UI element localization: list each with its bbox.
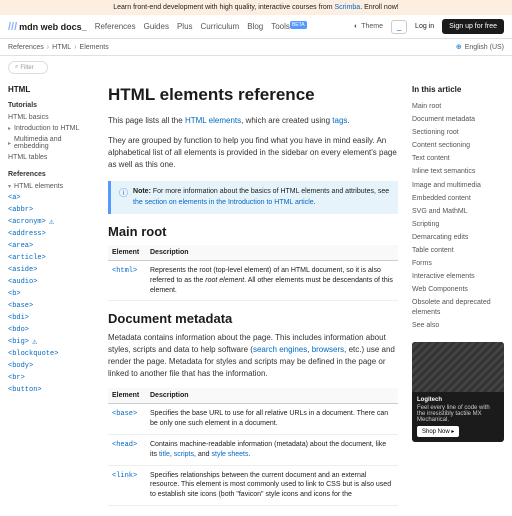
- toc-link[interactable]: Table content: [412, 244, 504, 257]
- toc-link[interactable]: Image and multimedia: [412, 179, 504, 192]
- crumb[interactable]: HTML: [52, 44, 71, 51]
- table-of-contents: In this article Main rootDocument metada…: [412, 79, 504, 516]
- toc-link[interactable]: Scripting: [412, 218, 504, 231]
- toc-link[interactable]: Text content: [412, 152, 504, 165]
- banner-link[interactable]: Scrimba: [335, 4, 361, 11]
- toc-link[interactable]: Document metadata: [412, 113, 504, 126]
- toc-link[interactable]: Interactive elements: [412, 270, 504, 283]
- logo[interactable]: ///mdn web docs_: [8, 21, 87, 33]
- note-callout: ⓘ Note: For more information about the b…: [108, 181, 398, 214]
- login-link[interactable]: Log in: [415, 23, 434, 30]
- sidebar-element[interactable]: <abbr>: [8, 204, 98, 216]
- top-nav: ///mdn web docs_ References Guides Plus …: [0, 15, 512, 39]
- sidebar-element[interactable]: <button>: [8, 384, 98, 396]
- sidebar-element[interactable]: <blockquote>: [8, 348, 98, 360]
- language-picker[interactable]: ⊕English (US): [456, 43, 504, 51]
- filter-input[interactable]: ⌕ Filter: [8, 61, 48, 74]
- sidebar-item[interactable]: HTML basics: [8, 112, 98, 123]
- sidebar-item[interactable]: ▸Multimedia and embedding: [8, 134, 98, 152]
- toc-link[interactable]: Embedded content: [412, 192, 504, 205]
- toc-link[interactable]: See also: [412, 319, 504, 332]
- crumb[interactable]: Elements: [80, 44, 109, 51]
- sidebar-element[interactable]: <aside>: [8, 264, 98, 276]
- nav-curriculum[interactable]: Curriculum: [201, 22, 240, 31]
- ad-cta[interactable]: Shop Now ▸: [417, 426, 459, 437]
- toc-link[interactable]: Content sectioning: [412, 139, 504, 152]
- toc-link[interactable]: Inline text semantics: [412, 165, 504, 178]
- sidebar-element[interactable]: <bdo>: [8, 324, 98, 336]
- section-heading: Main root: [108, 224, 398, 239]
- nav-blog[interactable]: Blog: [247, 22, 263, 31]
- theme-toggle[interactable]: ◐ Theme: [354, 23, 383, 30]
- ad-card[interactable]: Logitech Feel every line of code with th…: [412, 342, 504, 442]
- search-button[interactable]: _: [391, 20, 407, 34]
- nav-guides[interactable]: Guides: [144, 22, 169, 31]
- nav-tools[interactable]: ToolsBETA: [271, 22, 306, 31]
- sidebar-element[interactable]: <base>: [8, 300, 98, 312]
- section-heading: Document metadata: [108, 311, 398, 326]
- nav-references[interactable]: References: [95, 22, 136, 31]
- nav-links: References Guides Plus Curriculum Blog T…: [95, 22, 307, 31]
- toc-link[interactable]: Forms: [412, 257, 504, 270]
- main-content: HTML elements reference This page lists …: [108, 79, 402, 516]
- sidebar: HTML Tutorials HTML basics ▸Introduction…: [8, 79, 98, 516]
- sidebar-element[interactable]: <big> ⚠: [8, 336, 98, 348]
- elements-table: ElementDescription <html>Represents the …: [108, 245, 398, 301]
- promo-banner: Learn front-end development with high qu…: [0, 0, 512, 15]
- page-title: HTML elements reference: [108, 85, 398, 105]
- toc-link[interactable]: Demarcating edits: [412, 231, 504, 244]
- breadcrumb-bar: References› HTML› Elements ⊕English (US): [0, 39, 512, 56]
- sidebar-element[interactable]: <a>: [8, 192, 98, 204]
- toc-link[interactable]: Sectioning root: [412, 126, 504, 139]
- toc-link[interactable]: Obsolete and deprecated elements: [412, 296, 504, 318]
- sidebar-element[interactable]: <address>: [8, 228, 98, 240]
- sidebar-item[interactable]: ▾HTML elements: [8, 181, 98, 192]
- toc-link[interactable]: SVG and MathML: [412, 205, 504, 218]
- toc-link[interactable]: Web Components: [412, 283, 504, 296]
- elements-table: ElementDescription <base>Specifies the b…: [108, 388, 398, 506]
- sidebar-element[interactable]: <article>: [8, 252, 98, 264]
- sidebar-item[interactable]: ▸Introduction to HTML: [8, 123, 98, 134]
- sidebar-element[interactable]: <bdi>: [8, 312, 98, 324]
- sidebar-element[interactable]: <acronym> ⚠: [8, 216, 98, 228]
- crumb[interactable]: References: [8, 44, 44, 51]
- sidebar-item[interactable]: HTML tables: [8, 152, 98, 163]
- sidebar-element[interactable]: <body>: [8, 360, 98, 372]
- toc-link[interactable]: Main root: [412, 100, 504, 113]
- sidebar-element[interactable]: <area>: [8, 240, 98, 252]
- sidebar-element[interactable]: <audio>: [8, 276, 98, 288]
- signup-button[interactable]: Sign up for free: [442, 19, 504, 34]
- nav-plus[interactable]: Plus: [177, 22, 193, 31]
- info-icon: ⓘ: [119, 187, 128, 208]
- ad-image: [412, 342, 504, 392]
- sidebar-element[interactable]: <b>: [8, 288, 98, 300]
- sidebar-element[interactable]: <br>: [8, 372, 98, 384]
